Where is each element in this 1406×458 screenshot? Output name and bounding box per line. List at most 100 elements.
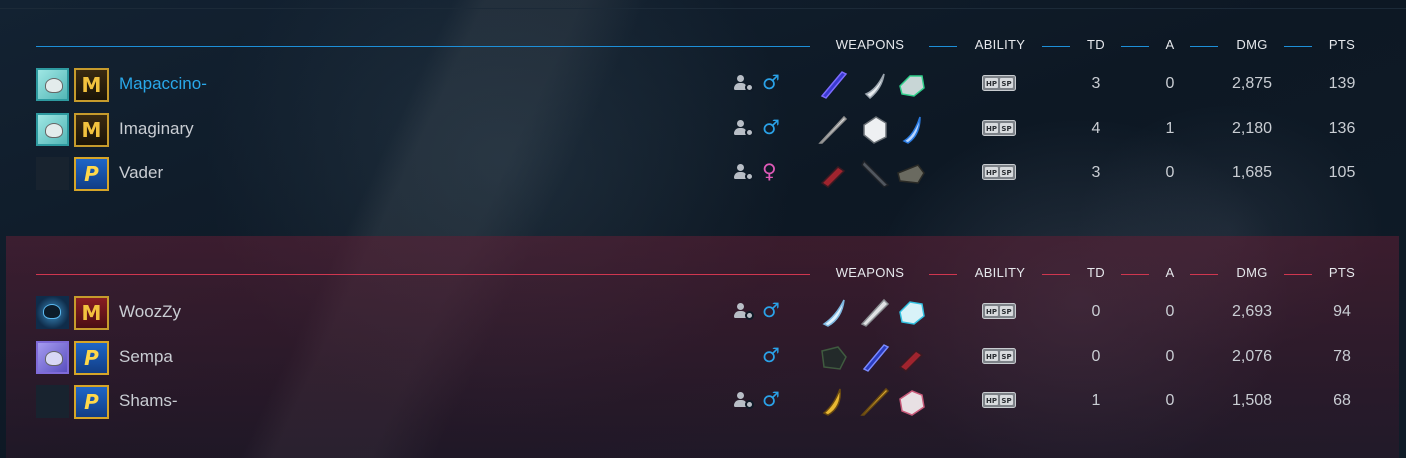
pink-gauntlet-icon[interactable] [894, 385, 928, 417]
damage-value: 2,875 [1231, 75, 1273, 92]
green-gauntlet-icon[interactable] [894, 68, 928, 100]
player-name[interactable]: Shams- [119, 391, 178, 411]
gold-sword-icon[interactable] [858, 385, 892, 417]
player-row[interactable]: M Imaginary ♂ HP SP 4 1 2,180 136 [6, 111, 1399, 147]
assists-value: 0 [1165, 75, 1175, 92]
header-line [929, 274, 957, 275]
points-value: 78 [1333, 348, 1351, 365]
td-value: 3 [1091, 75, 1101, 92]
assists-value: 0 [1165, 164, 1175, 181]
svg-text:SP: SP [1001, 80, 1011, 88]
hp-sp-icon[interactable]: HP SP [982, 348, 1016, 364]
dark-twinblade-icon[interactable] [858, 157, 892, 189]
master-rank-badge: M [74, 68, 109, 102]
friend-icon-cog [745, 83, 754, 92]
rank-glyph: P [84, 346, 99, 370]
red-team-header: WEAPONS ABILITY TD A DMG PTS [6, 264, 1399, 284]
blue-team-panel: WEAPONS ABILITY TD A DMG PTS M Mapaccino-… [6, 8, 1399, 233]
hp-sp-icon[interactable]: HP SP [982, 164, 1016, 180]
add-friend-icon[interactable] [734, 164, 755, 181]
hp-sp-icon[interactable]: HP SP [982, 392, 1016, 408]
rank-glyph: P [84, 390, 99, 414]
add-friend-icon[interactable] [734, 392, 755, 409]
rank-glyph: M [81, 118, 102, 142]
player-row[interactable]: M WoozZy ♂ HP SP 0 0 2,693 94 [6, 294, 1399, 330]
svg-text:HP: HP [986, 169, 997, 177]
male-icon: ♂ [762, 387, 780, 411]
player-name[interactable]: Sempa [119, 347, 173, 367]
svg-text:HP: HP [986, 80, 997, 88]
assists-value: 0 [1165, 303, 1175, 320]
hp-sp-icon[interactable]: HP SP [982, 120, 1016, 136]
blue-team-header: WEAPONS ABILITY TD A DMG PTS [6, 36, 1399, 56]
red-dagger-icon[interactable] [816, 157, 850, 189]
svg-text:SP: SP [1001, 125, 1011, 133]
dragon-avatar[interactable] [36, 296, 69, 329]
damage-value: 2,180 [1231, 120, 1273, 137]
assists-value: 0 [1165, 348, 1175, 365]
add-friend-icon[interactable] [734, 120, 755, 137]
player-name[interactable]: Imaginary [119, 119, 194, 139]
blue-blade-icon[interactable] [858, 341, 892, 373]
add-friend-icon[interactable] [734, 75, 755, 92]
empty-avatar[interactable] [36, 157, 69, 190]
friend-icon-cog [745, 128, 754, 137]
col-td: TD [1087, 37, 1105, 52]
silver-sword-icon[interactable] [816, 113, 850, 145]
platinum-rank-badge: P [74, 385, 109, 419]
col-td: TD [1087, 265, 1105, 280]
col-ability: ABILITY [974, 265, 1026, 280]
svg-text:SP: SP [1001, 353, 1011, 361]
player-name[interactable]: Mapaccino- [119, 74, 207, 94]
friend-icon-head [737, 164, 744, 171]
td-value: 0 [1091, 303, 1101, 320]
points-value: 105 [1328, 164, 1356, 181]
damage-value: 1,685 [1231, 164, 1273, 181]
dark-cannon-icon[interactable] [894, 157, 928, 189]
silver-staff-icon[interactable] [858, 296, 892, 328]
points-value: 94 [1333, 303, 1351, 320]
col-a: A [1165, 37, 1175, 52]
damage-value: 1,508 [1231, 392, 1273, 409]
player-name[interactable]: Vader [119, 163, 163, 183]
assists-value: 1 [1165, 120, 1175, 137]
blue-claw-icon[interactable] [894, 113, 928, 145]
col-pts: PTS [1328, 265, 1356, 280]
hp-sp-icon[interactable]: HP SP [982, 75, 1016, 91]
purple-avatar[interactable] [36, 341, 69, 374]
female-icon: ♀ [762, 159, 777, 183]
light-avatar[interactable] [36, 68, 69, 101]
avatar-face [45, 351, 63, 366]
avatar-face [45, 123, 63, 138]
light-avatar[interactable] [36, 113, 69, 146]
red-dagger-icon[interactable] [894, 341, 928, 373]
white-claw-icon[interactable] [858, 68, 892, 100]
col-weapons: WEAPONS [835, 265, 905, 280]
rank-glyph: P [84, 162, 99, 186]
ice-claw-icon[interactable] [816, 296, 850, 328]
svg-text:SP: SP [1001, 397, 1011, 405]
empty-avatar[interactable] [36, 385, 69, 418]
hp-sp-icon[interactable]: HP SP [982, 303, 1016, 319]
male-icon: ♂ [762, 343, 780, 367]
header-line [36, 46, 810, 47]
avatar-face [43, 304, 61, 319]
rank-glyph: M [81, 73, 102, 97]
assists-value: 0 [1165, 392, 1175, 409]
white-gauntlet-icon[interactable] [858, 113, 892, 145]
cyan-gauntlet-icon[interactable] [894, 296, 928, 328]
player-name[interactable]: WoozZy [119, 302, 181, 322]
player-row[interactable]: P Vader ♀ HP SP 3 0 1,685 105 [6, 155, 1399, 191]
damage-value: 2,693 [1231, 303, 1273, 320]
player-row[interactable]: P Sempa ♂ HP SP 0 0 2,076 78 [6, 339, 1399, 375]
add-friend-icon[interactable] [734, 303, 755, 320]
col-pts: PTS [1328, 37, 1356, 52]
svg-text:HP: HP [986, 353, 997, 361]
purple-blade-icon[interactable] [816, 68, 850, 100]
dark-glove-icon[interactable] [816, 341, 850, 373]
red-team-panel: WEAPONS ABILITY TD A DMG PTS M WoozZy ♂ HP S… [6, 236, 1399, 458]
gold-claw-icon[interactable] [816, 385, 850, 417]
friend-icon-head [737, 75, 744, 82]
player-row[interactable]: P Shams- ♂ HP SP 1 0 1,508 68 [6, 383, 1399, 419]
player-row[interactable]: M Mapaccino- ♂ HP SP 3 0 2,875 139 [6, 66, 1399, 102]
